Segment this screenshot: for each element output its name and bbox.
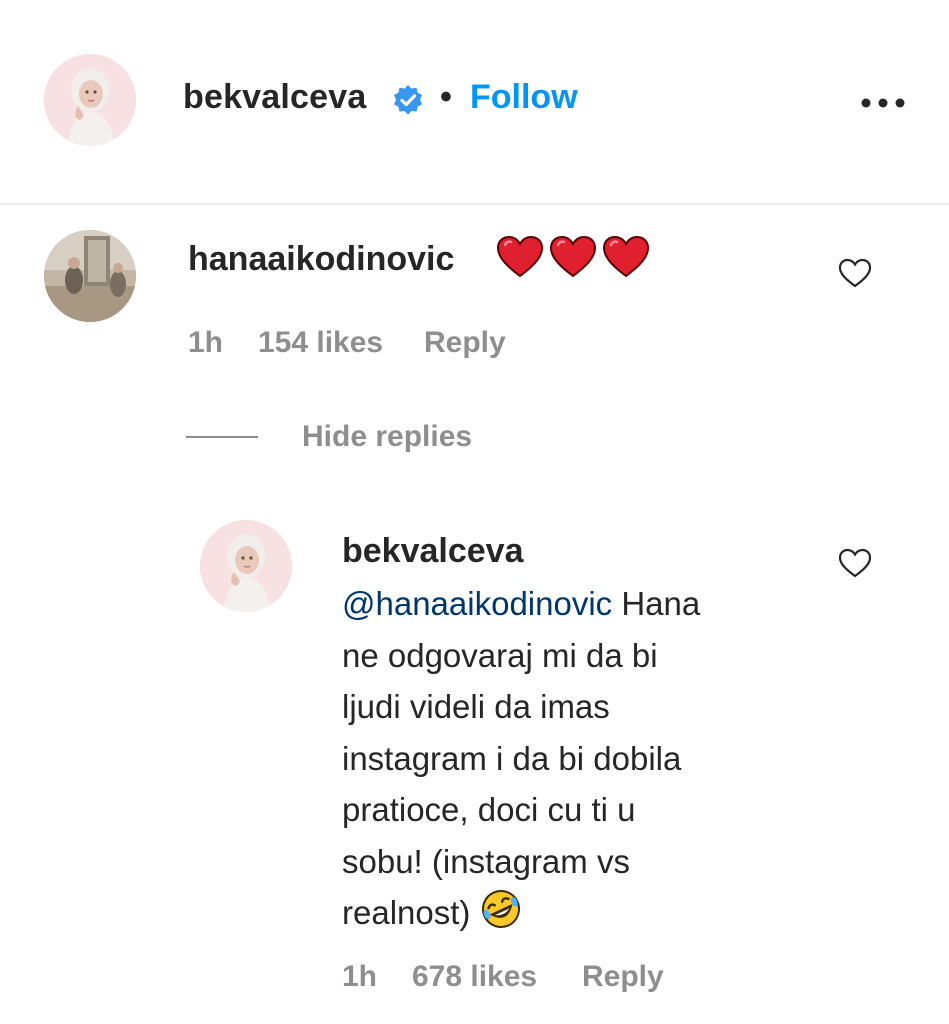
hide-replies-line <box>186 436 258 438</box>
comment-username[interactable]: hanaaikodinovic <box>188 240 454 279</box>
red-heart-emoji <box>549 235 597 278</box>
avatar[interactable] <box>44 54 136 146</box>
header-username[interactable]: bekvalceva <box>183 78 367 117</box>
reply-avatar[interactable] <box>200 520 292 612</box>
red-heart-emoji <box>496 235 544 278</box>
commenter-photo <box>44 230 136 322</box>
comment-time[interactable]: 1h <box>188 326 223 360</box>
red-heart-emoji <box>602 235 650 278</box>
like-heart-icon[interactable] <box>838 258 872 288</box>
like-heart-icon[interactable] <box>838 548 872 578</box>
reply-username[interactable]: bekvalceva <box>342 532 524 571</box>
reply-button[interactable]: Reply <box>582 960 664 994</box>
reply-message: Hana ne odgovaraj mi da bi ljudi videli … <box>342 585 701 931</box>
separator-dot: • <box>440 78 452 116</box>
more-options-icon[interactable] <box>860 96 906 108</box>
commenter-avatar[interactable] <box>44 230 136 322</box>
verified-badge-icon <box>392 84 424 116</box>
header-divider <box>0 203 949 205</box>
follow-button[interactable]: Follow <box>470 78 578 117</box>
mention-link[interactable]: @hanaaikodinovic <box>342 585 612 622</box>
reply-likes[interactable]: 678 likes <box>412 960 537 994</box>
hide-replies-button[interactable]: Hide replies <box>302 420 472 454</box>
post-header: bekvalceva • Follow <box>0 0 949 204</box>
comment-likes[interactable]: 154 likes <box>258 326 383 360</box>
rolling-on-floor-laughing-emoji <box>480 888 522 930</box>
profile-photo <box>44 54 136 146</box>
comment-text <box>496 235 650 280</box>
reply-profile-photo <box>200 520 292 612</box>
reply-time[interactable]: 1h <box>342 960 377 994</box>
reply-text: @hanaaikodinovic Hana ne odgovaraj mi da… <box>342 578 782 939</box>
reply-button[interactable]: Reply <box>424 326 506 360</box>
